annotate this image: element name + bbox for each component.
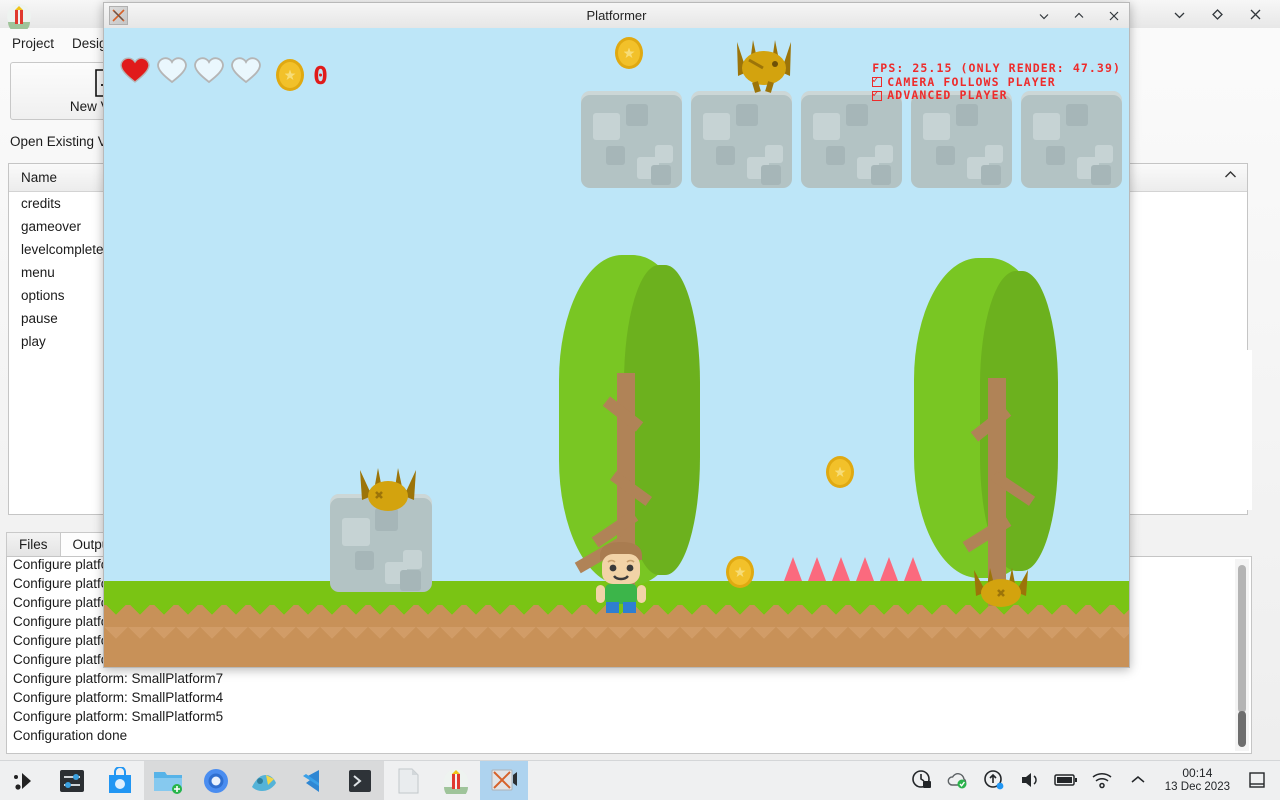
checkbox-checked-icon[interactable] bbox=[872, 73, 883, 88]
spike bbox=[904, 557, 922, 581]
app-logo-icon bbox=[7, 4, 31, 29]
coin-icon bbox=[276, 59, 304, 91]
chevron-up-icon[interactable] bbox=[1224, 168, 1237, 182]
chromium-icon[interactable] bbox=[192, 760, 240, 800]
coin-icon bbox=[615, 37, 643, 69]
log-line: Configure platform: SmallPlatform5 bbox=[13, 709, 224, 724]
platformer-app-icon bbox=[109, 6, 128, 25]
game-canvas[interactable]: 0 FPS: 25.15 (ONLY RENDER: 47.39) CAMERA… bbox=[104, 28, 1129, 667]
player-character bbox=[596, 542, 646, 613]
background-window-controls[interactable] bbox=[1168, 0, 1272, 28]
spike bbox=[832, 557, 850, 581]
terminal-icon[interactable] bbox=[336, 760, 384, 800]
maximize-icon[interactable] bbox=[1206, 3, 1228, 25]
hud-option-advanced-player[interactable]: ADVANCED PLAYER bbox=[872, 87, 1121, 103]
spike bbox=[880, 557, 898, 581]
spike bbox=[808, 557, 826, 581]
hud-coin-counter: 0 bbox=[276, 59, 328, 91]
kde-launcher-icon[interactable] bbox=[0, 761, 48, 800]
fps-text: FPS: 25.15 (ONLY RENDER: 47.39) bbox=[872, 61, 1121, 75]
platform-block bbox=[801, 91, 902, 188]
game-window-controls[interactable] bbox=[1033, 3, 1125, 28]
show-desktop-icon[interactable] bbox=[1240, 760, 1274, 800]
hud-option-label: CAMERA FOLLOWS PLAYER bbox=[887, 74, 1056, 89]
heart-icon-empty bbox=[194, 57, 224, 84]
taskbar[interactable]: 00:14 13 Dec 2023 bbox=[0, 760, 1280, 800]
wifi-icon[interactable] bbox=[1085, 760, 1119, 800]
enemy-bee bbox=[737, 40, 791, 93]
game-window-title: Platformer bbox=[586, 8, 647, 23]
enemy-defeated bbox=[360, 468, 416, 511]
log-scrollbar[interactable] bbox=[1235, 559, 1249, 751]
log-scrollbar-thumb[interactable] bbox=[1238, 565, 1246, 713]
platformer-game-window: Platformer 0 FPS: 25.15 (ONLY RENDER: 47… bbox=[103, 2, 1130, 668]
log-line: Configure platform: SmallPlatform4 bbox=[13, 690, 224, 705]
platform-block bbox=[581, 91, 682, 188]
hud-option-label: ADVANCED PLAYER bbox=[887, 88, 1008, 102]
spike bbox=[856, 557, 874, 581]
clock-time: 00:14 bbox=[1182, 766, 1213, 780]
spike-hazards bbox=[784, 557, 922, 581]
show-hidden-icon[interactable] bbox=[1121, 760, 1155, 800]
app-icon[interactable] bbox=[432, 761, 480, 800]
close-icon[interactable] bbox=[1103, 5, 1125, 27]
vscode-icon[interactable] bbox=[288, 760, 336, 800]
game-window-titlebar[interactable]: Platformer bbox=[104, 3, 1129, 28]
clock-date: 13 Dec 2023 bbox=[1164, 781, 1230, 793]
coin-icon bbox=[726, 556, 754, 588]
volume-icon[interactable] bbox=[1013, 760, 1047, 800]
platform-block bbox=[691, 91, 792, 188]
log-line: Configuration done bbox=[13, 728, 128, 743]
checkbox-checked-icon[interactable] bbox=[872, 87, 883, 101]
document-icon[interactable] bbox=[384, 761, 432, 800]
hud-option-camera[interactable]: CAMERA FOLLOWS PLAYER bbox=[872, 73, 1121, 90]
platformer-window-icon[interactable] bbox=[480, 760, 528, 800]
system-tray[interactable]: 00:14 13 Dec 2023 bbox=[905, 760, 1280, 800]
cloud-sync-icon[interactable] bbox=[941, 760, 975, 800]
minimize-icon[interactable] bbox=[1168, 3, 1190, 25]
detail-pane bbox=[1128, 350, 1252, 510]
heart-icon-empty bbox=[157, 57, 187, 84]
dirt-pattern bbox=[104, 627, 1129, 649]
clipboard-lock-icon[interactable] bbox=[905, 760, 939, 800]
open-existing-label: Open Existing Vi bbox=[10, 134, 110, 149]
clock[interactable]: 00:14 13 Dec 2023 bbox=[1157, 766, 1238, 794]
minimize-icon[interactable] bbox=[1033, 5, 1055, 27]
heart-icon-empty bbox=[231, 57, 261, 84]
column-header-name: Name bbox=[21, 170, 58, 185]
settings-icon[interactable] bbox=[48, 761, 96, 800]
update-icon[interactable] bbox=[977, 760, 1011, 800]
battery-icon[interactable] bbox=[1049, 760, 1083, 800]
software-center-icon[interactable] bbox=[96, 761, 144, 800]
spike bbox=[784, 557, 802, 581]
hud-health bbox=[120, 56, 261, 84]
screen: Project Design New View... Open Existing… bbox=[0, 0, 1280, 800]
platform-block bbox=[911, 91, 1012, 188]
platform-block bbox=[1021, 91, 1122, 188]
menubar[interactable]: Project Design bbox=[0, 30, 114, 56]
hud-debug-info: FPS: 25.15 (ONLY RENDER: 47.39) CAMERA F… bbox=[872, 61, 1121, 103]
coin-count: 0 bbox=[313, 60, 329, 90]
maximize-icon[interactable] bbox=[1068, 5, 1090, 27]
heart-icon-filled bbox=[120, 57, 150, 83]
close-icon[interactable] bbox=[1244, 3, 1266, 25]
image-viewer-icon[interactable] bbox=[240, 760, 288, 800]
file-manager-icon[interactable] bbox=[144, 760, 192, 800]
tab-files[interactable]: Files bbox=[6, 532, 61, 556]
enemy-defeated bbox=[974, 568, 1028, 607]
log-line: Configure platform: SmallPlatform7 bbox=[13, 671, 224, 686]
menu-project[interactable]: Project bbox=[12, 36, 54, 51]
coin-icon bbox=[826, 456, 854, 488]
log-scrollbar-thumb-active[interactable] bbox=[1238, 711, 1246, 747]
